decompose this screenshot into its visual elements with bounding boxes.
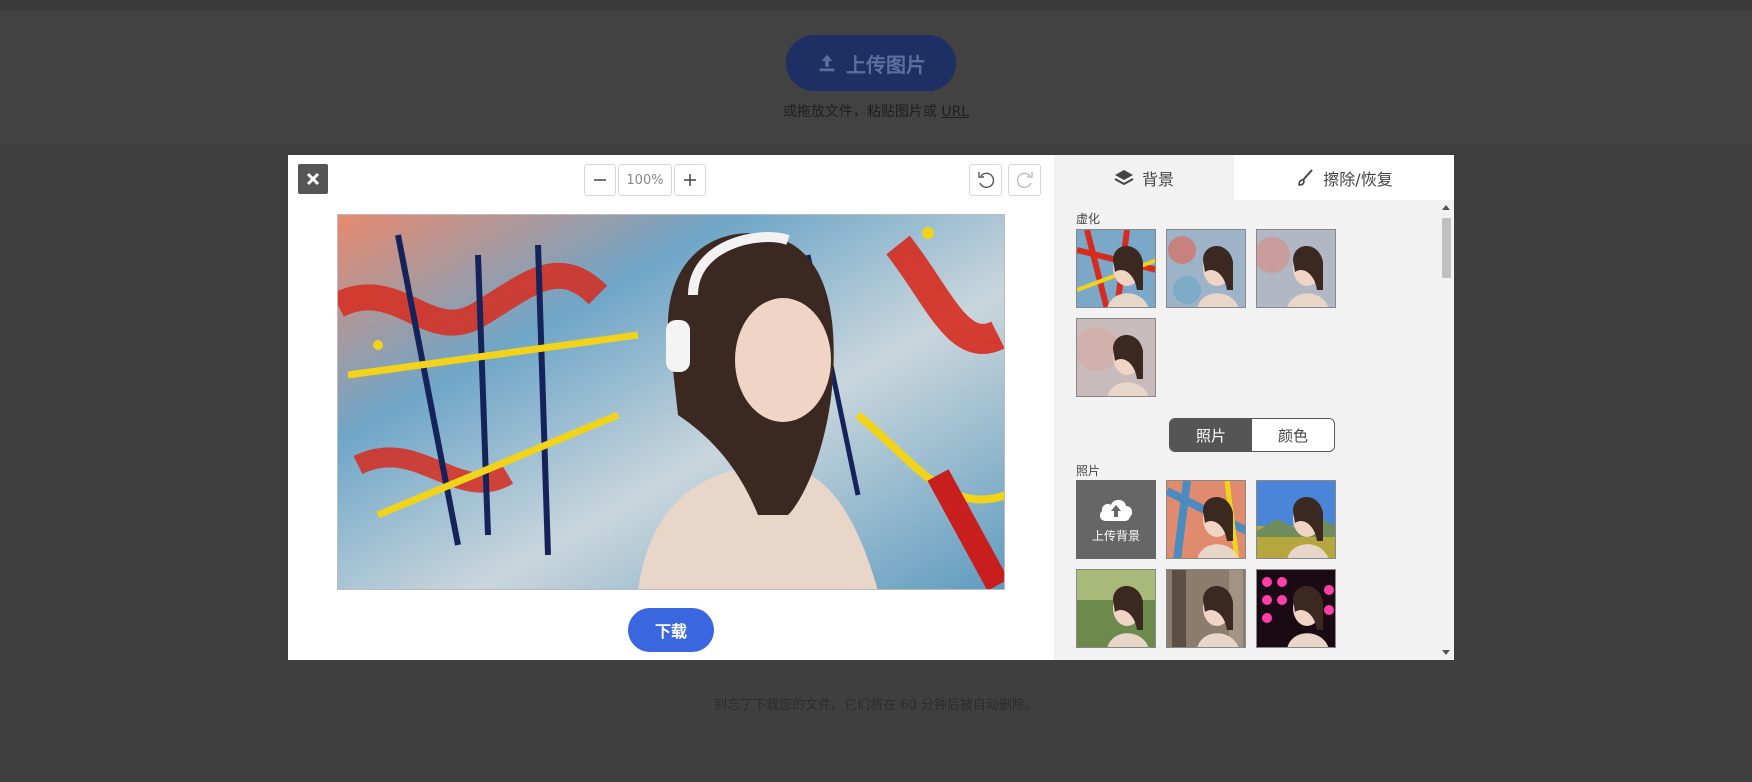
photo-background-thumb[interactable] (1166, 480, 1246, 559)
minus-icon (594, 179, 606, 181)
zoom-in-button[interactable] (674, 164, 706, 196)
close-icon (306, 172, 320, 186)
upload-image-label: 上传图片 (846, 54, 926, 77)
footer-note: 别忘了下载您的文件。它们将在 60 分钟后被自动删除。 (714, 698, 1038, 713)
undo-icon (977, 172, 994, 189)
scroll-down-arrow[interactable] (1442, 650, 1450, 655)
close-button[interactable] (298, 164, 328, 194)
panel-tabs: 背景 擦除/恢复 (1054, 155, 1454, 200)
blur-option-thumb[interactable] (1166, 229, 1246, 308)
photo-background-thumb[interactable] (1076, 569, 1156, 648)
blur-option-thumb[interactable] (1256, 229, 1336, 308)
tab-erase-restore-label: 擦除/恢复 (1323, 169, 1393, 189)
upload-background-button[interactable]: 上传背景 (1076, 480, 1156, 559)
photo-background-thumb[interactable] (1166, 569, 1246, 648)
upload-background-label: 上传背景 (1091, 529, 1140, 543)
tab-erase-restore[interactable]: 擦除/恢复 (1234, 155, 1454, 200)
undo-button[interactable] (969, 164, 1002, 196)
zoom-level: 100% (618, 164, 672, 196)
editor-modal: 100% 下载 背景 擦除/恢复 虚化 照片 颜色 照片 上传背景 (288, 155, 1454, 660)
zoom-out-button[interactable] (584, 164, 616, 196)
panel-scrollbar[interactable] (1438, 200, 1454, 660)
edited-image (337, 214, 1005, 590)
scroll-thumb[interactable] (1442, 218, 1451, 278)
photo-section-label: 照片 (1076, 464, 1101, 478)
tab-background[interactable]: 背景 (1054, 155, 1234, 200)
upload-icon (819, 54, 835, 72)
photo-background-thumb[interactable] (1256, 569, 1336, 648)
scroll-up-arrow[interactable] (1442, 205, 1450, 210)
plus-icon (684, 174, 696, 186)
blur-option-thumb[interactable] (1076, 318, 1156, 397)
photo-background-thumb[interactable] (1256, 480, 1336, 559)
background-type-toggle: 照片 颜色 (1169, 418, 1335, 452)
top-bar (0, 0, 1752, 12)
layers-icon (1114, 169, 1134, 185)
zoom-controls: 100% (584, 164, 706, 196)
tab-background-label: 背景 (1141, 169, 1174, 189)
history-controls (969, 164, 1041, 196)
cloud-upload-icon (1099, 499, 1133, 521)
blur-option-thumb[interactable] (1076, 229, 1156, 308)
drop-hint: 或拖放文件，粘贴图片或 URL (0, 101, 1752, 121)
drop-hint-text: 或拖放文件，粘贴图片或 (782, 104, 942, 120)
upload-image-button[interactable]: 上传图片 (786, 35, 956, 91)
image-preview (338, 215, 1004, 589)
color-toggle[interactable]: 颜色 (1252, 419, 1334, 451)
brush-icon (1298, 168, 1314, 186)
blur-section-label: 虚化 (1076, 212, 1101, 226)
photo-toggle[interactable]: 照片 (1170, 419, 1252, 451)
redo-button[interactable] (1008, 164, 1041, 196)
side-panel: 背景 擦除/恢复 虚化 照片 颜色 照片 上传背景 (1054, 155, 1454, 660)
download-button[interactable]: 下载 (628, 608, 714, 652)
url-link[interactable]: URL (941, 104, 969, 120)
redo-icon (1016, 172, 1033, 189)
